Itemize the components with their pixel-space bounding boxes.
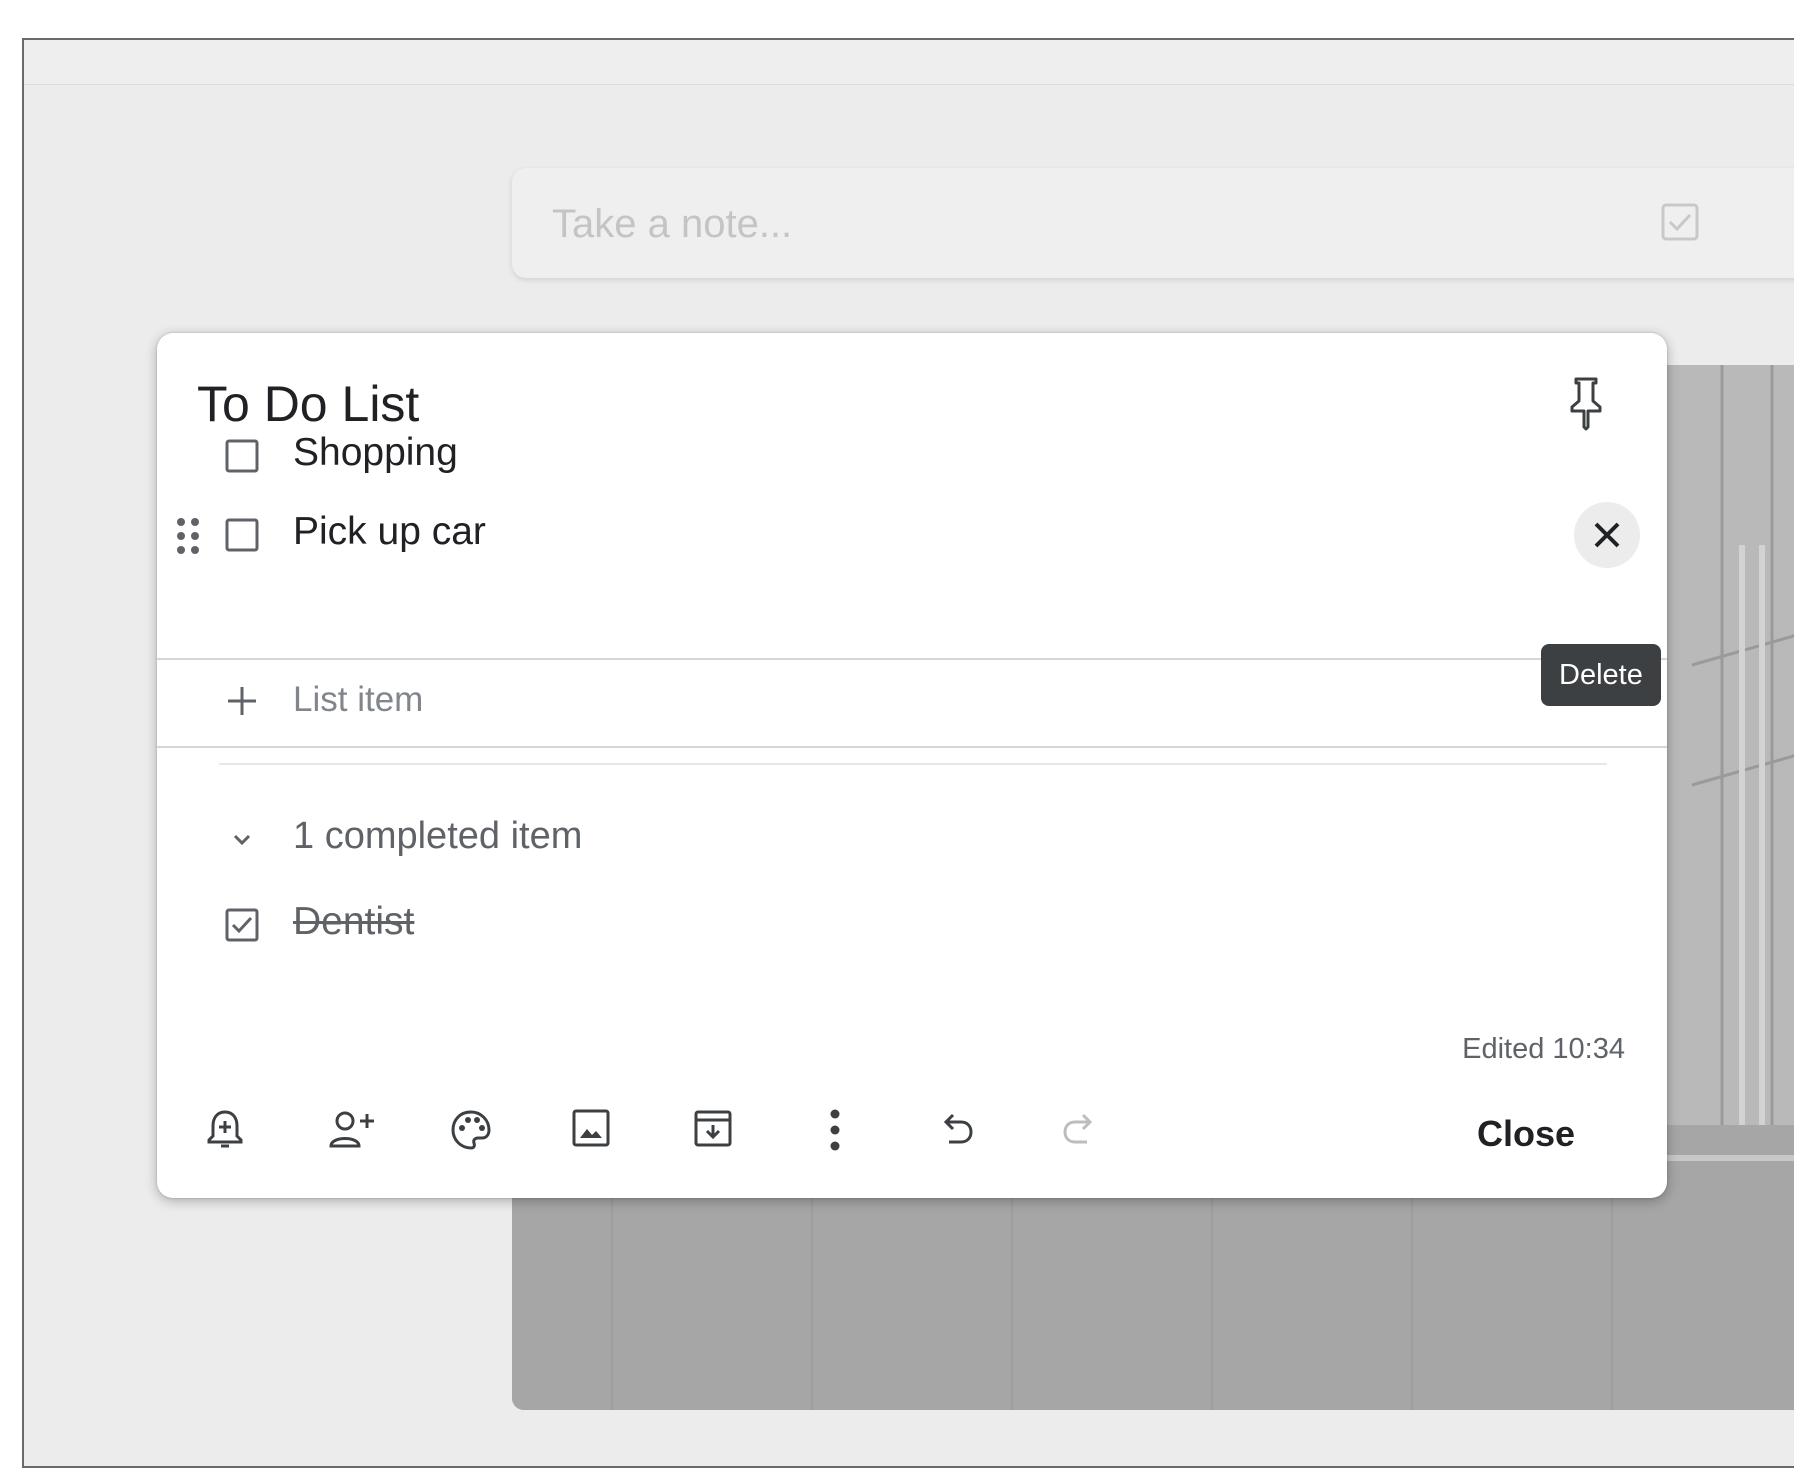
completed-count-label[interactable]: 1 completed item <box>293 815 582 858</box>
take-note-bar[interactable]: Take a note... <box>512 168 1794 278</box>
add-list-item-row[interactable]: List item <box>157 658 1667 748</box>
divider <box>219 763 1607 765</box>
checkbox-unchecked-icon[interactable] <box>225 518 259 552</box>
add-image-icon[interactable] <box>571 1108 621 1158</box>
plus-icon <box>225 684 259 718</box>
top-bar <box>24 40 1794 85</box>
completed-items-toggle[interactable]: 1 completed item <box>157 803 1667 873</box>
more-icon[interactable] <box>815 1108 865 1158</box>
collaborator-icon[interactable] <box>327 1108 377 1158</box>
chevron-down-icon[interactable] <box>227 825 257 855</box>
remind-me-icon[interactable] <box>205 1108 255 1158</box>
redo-icon[interactable] <box>1059 1108 1109 1158</box>
close-icon <box>1594 522 1620 548</box>
delete-item-button[interactable] <box>1574 502 1640 568</box>
note-editor-dialog: To Do List Shopping Pick up car Delete L… <box>157 333 1667 1198</box>
archive-icon[interactable] <box>693 1108 743 1158</box>
palette-icon[interactable] <box>449 1108 499 1158</box>
completed-list-item[interactable]: Dentist <box>157 886 1667 966</box>
delete-tooltip: Delete <box>1541 644 1661 706</box>
close-button[interactable]: Close <box>1457 1106 1595 1162</box>
brush-icon[interactable] <box>1790 204 1794 244</box>
undo-icon[interactable] <box>937 1108 987 1158</box>
checkbox-checked-icon[interactable] <box>225 908 259 942</box>
list-item-label[interactable]: Shopping <box>293 431 458 475</box>
drag-handle-icon[interactable] <box>175 516 201 556</box>
edited-timestamp: Edited 10:34 <box>1462 1033 1625 1065</box>
note-toolbar: Close <box>157 1088 1667 1178</box>
completed-item-label[interactable]: Dentist <box>293 900 414 944</box>
list-item[interactable]: Pick up car <box>157 496 1667 576</box>
take-note-placeholder[interactable]: Take a note... <box>552 202 792 247</box>
list-item[interactable]: Shopping <box>157 417 1667 497</box>
checkbox-unchecked-icon[interactable] <box>225 439 259 473</box>
add-list-item-placeholder[interactable]: List item <box>293 680 423 720</box>
new-list-icon[interactable] <box>1660 202 1700 242</box>
list-item-label[interactable]: Pick up car <box>293 510 486 554</box>
